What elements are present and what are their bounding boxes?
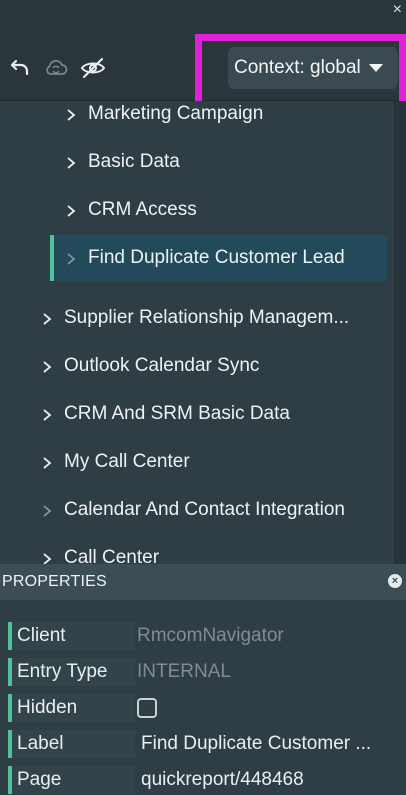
chevron-right-icon — [66, 253, 76, 265]
chevron-right-icon — [42, 457, 52, 469]
chevron-right-icon — [42, 505, 52, 517]
tree-item-label: Calendar And Contact Integration — [64, 499, 345, 520]
property-row-hidden: Hidden — [8, 694, 406, 722]
page-field[interactable]: quickreport/448468 — [135, 769, 304, 791]
property-key: Client — [8, 622, 135, 650]
context-dropdown[interactable]: Context: global — [228, 47, 398, 89]
cloud-sync-icon[interactable] — [43, 55, 69, 81]
tree-item-label: CRM Access — [88, 199, 197, 220]
properties-header: PROPERTIES × — [0, 564, 406, 600]
tree-item-basic-data[interactable]: Basic Data — [66, 139, 180, 185]
property-key: Hidden — [8, 694, 135, 722]
tree-item-crm-and-srm-basic-data[interactable]: CRM And SRM Basic Data — [42, 391, 290, 437]
label-field[interactable]: Find Duplicate Customer ... — [135, 733, 371, 755]
property-key: Label — [8, 730, 135, 758]
chevron-right-icon — [42, 409, 52, 421]
tree-item-calendar-and-contact-integration[interactable]: Calendar And Contact Integration — [42, 487, 345, 533]
tree-item-label: Basic Data — [88, 151, 180, 172]
tree-item-label: CRM And SRM Basic Data — [64, 403, 290, 424]
tree-item-outlook-calendar-sync[interactable]: Outlook Calendar Sync — [42, 343, 259, 389]
tree-scrollbar[interactable] — [394, 101, 406, 564]
property-value: RmcomNavigator — [137, 625, 284, 646]
tree-item-label: Marketing Campaign — [88, 103, 264, 124]
close-icon[interactable]: × — [393, 2, 402, 18]
property-row-entry-type: Entry Type INTERNAL — [8, 658, 406, 686]
properties-title: PROPERTIES — [2, 573, 107, 590]
caret-down-icon — [368, 64, 383, 72]
tree-item-label: Find Duplicate Customer Lead — [88, 247, 345, 268]
tree-item-label: Outlook Calendar Sync — [64, 355, 260, 376]
navigation-tree: Marketing Campaign Basic Data CRM Access… — [0, 101, 394, 564]
context-label: Context: global — [234, 57, 361, 78]
chevron-right-icon — [66, 205, 76, 217]
tree-item-find-duplicate-customer-lead[interactable]: Find Duplicate Customer Lead — [50, 235, 387, 281]
property-row-page: Page quickreport/448468 — [8, 766, 406, 794]
undo-icon[interactable] — [6, 55, 32, 81]
property-row-label: Label Find Duplicate Customer ... — [8, 730, 406, 758]
hidden-checkbox[interactable] — [137, 698, 157, 718]
tree-item-marketing-campaign[interactable]: Marketing Campaign — [66, 101, 263, 137]
chevron-right-icon — [42, 361, 52, 373]
close-icon[interactable]: × — [388, 574, 402, 588]
tree-item-label: Call Center — [64, 547, 160, 564]
tree-item-my-call-center[interactable]: My Call Center — [42, 439, 190, 485]
property-key: Page — [8, 766, 135, 794]
tree-item-crm-access[interactable]: CRM Access — [66, 187, 197, 233]
toolbar: × Context: global — [0, 0, 406, 101]
properties-panel: Client RmcomNavigator Entry Type INTERNA… — [0, 600, 406, 795]
tree-item-label: Supplier Relationship Managem... — [64, 307, 350, 328]
tree-item-supplier-relationship-management[interactable]: Supplier Relationship Managem... — [42, 295, 382, 341]
property-key: Entry Type — [8, 658, 135, 686]
property-row-client: Client RmcomNavigator — [8, 622, 406, 650]
chevron-right-icon — [66, 157, 76, 169]
property-value: INTERNAL — [137, 661, 231, 682]
tree-item-call-center[interactable]: Call Center — [42, 535, 159, 564]
visibility-off-icon[interactable] — [80, 55, 106, 81]
chevron-right-icon — [66, 109, 76, 121]
tree-item-label: My Call Center — [64, 451, 190, 472]
chevron-right-icon — [42, 553, 52, 564]
chevron-right-icon — [42, 313, 52, 325]
